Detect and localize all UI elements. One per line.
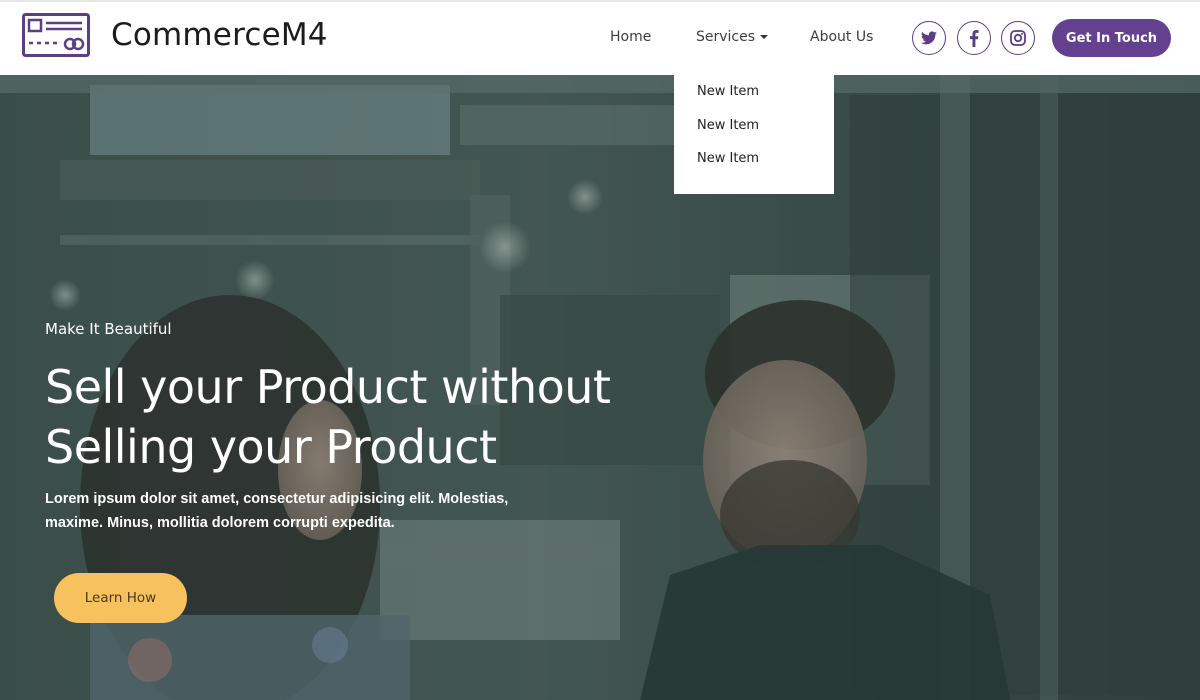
facebook-icon <box>969 29 979 47</box>
nav-services-label: Services <box>696 29 756 45</box>
caret-down-icon <box>760 35 769 39</box>
hero-section: Make It Beautiful Sell your Product with… <box>0 75 1200 700</box>
learn-how-button[interactable]: Learn How <box>54 573 187 623</box>
nav-home[interactable]: Home <box>610 29 651 45</box>
nav-about-us[interactable]: About Us <box>810 29 873 45</box>
hero-title-line-1: Sell your Product without <box>45 360 611 414</box>
dropdown-item[interactable]: New Item <box>674 83 834 117</box>
site-header: CommerceM4 Home Services About Us Get In… <box>0 0 1200 75</box>
brand-name: CommerceM4 <box>111 17 328 53</box>
dropdown-item[interactable]: New Item <box>674 150 834 184</box>
facebook-button[interactable] <box>957 21 991 55</box>
hero-title-line-2: Selling your Product <box>45 420 497 474</box>
brand[interactable]: CommerceM4 <box>22 13 328 57</box>
instagram-icon <box>1010 30 1026 46</box>
nav-services[interactable]: Services <box>696 29 769 45</box>
hero-title: Sell your Product without Selling your P… <box>45 357 705 477</box>
instagram-button[interactable] <box>1001 21 1035 55</box>
credit-card-icon <box>22 13 90 57</box>
twitter-button[interactable] <box>912 21 946 55</box>
get-in-touch-button[interactable]: Get In Touch <box>1052 19 1171 57</box>
hero-description-line-2: maxime. Minus, mollitia dolorem corrupti… <box>45 515 395 531</box>
hero-eyebrow: Make It Beautiful <box>45 320 172 338</box>
hero-description-line-1: Lorem ipsum dolor sit amet, consectetur … <box>45 491 509 507</box>
twitter-icon <box>921 31 937 45</box>
hero-description: Lorem ipsum dolor sit amet, consectetur … <box>45 487 565 535</box>
dropdown-item[interactable]: New Item <box>674 117 834 151</box>
services-dropdown-menu: New Item New Item New Item <box>674 75 834 194</box>
